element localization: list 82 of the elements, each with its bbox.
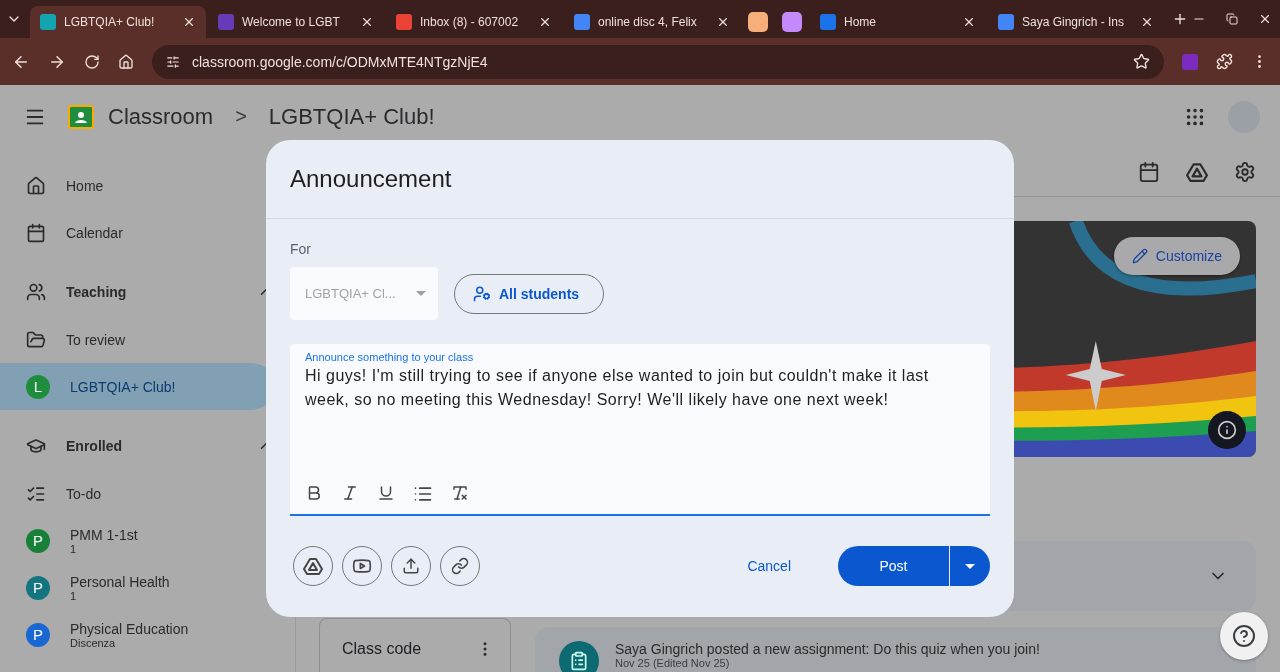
class-subtitle: Discenza (70, 636, 116, 649)
new-tab-button[interactable] (1172, 11, 1188, 27)
calendar-icon[interactable] (1138, 161, 1160, 183)
triangle-icon (303, 557, 323, 575)
cancel-button[interactable]: Cancel (733, 548, 805, 584)
browser-tab[interactable]: online disc 4, Felix (564, 6, 740, 38)
sidebar-item[interactable]: Home (0, 162, 275, 209)
graduation-cap-icon (26, 436, 46, 456)
breadcrumb-separator: > (235, 105, 247, 128)
plus-icon (1172, 11, 1188, 27)
customize-button[interactable]: Customize (1113, 237, 1240, 275)
class-avatar: P (26, 575, 50, 600)
for-label: For (290, 241, 312, 257)
browser-tab[interactable]: Inbox (8) - 607002 (386, 6, 562, 38)
dialog-title: Announcement (290, 165, 452, 193)
pencil-icon (1131, 248, 1148, 264)
underline-icon[interactable] (377, 484, 395, 502)
reload-icon[interactable] (84, 53, 100, 70)
classroom-logo-icon (68, 104, 94, 129)
close-icon[interactable] (716, 15, 730, 29)
restore-icon (1226, 13, 1238, 25)
info-icon (1217, 420, 1237, 440)
close-icon[interactable] (1140, 15, 1154, 29)
class-name: Personal Health (70, 573, 170, 590)
sidebar-item[interactable]: P Physical Education Discenza (0, 611, 275, 658)
close-icon[interactable] (962, 15, 976, 29)
site-settings-icon[interactable] (166, 54, 180, 69)
browser-tab[interactable]: Home (810, 6, 986, 38)
help-button[interactable] (1220, 612, 1268, 660)
sidebar-section[interactable]: Enrolled (0, 422, 275, 470)
close-icon[interactable] (182, 15, 196, 29)
restore-button[interactable] (1226, 13, 1238, 25)
clear-formatting-icon[interactable] (451, 484, 469, 502)
sidebar-item[interactable]: P PMM 1-1st 1 (0, 517, 275, 564)
sidebar-item[interactable]: P Personal Health 1 (0, 564, 275, 611)
play-icon (352, 556, 372, 576)
italic-icon[interactable] (341, 484, 359, 502)
sidebar-item[interactable]: To review (0, 316, 275, 363)
sidebar-item[interactable]: To-do (0, 470, 275, 517)
app-name[interactable]: Classroom (108, 103, 214, 130)
course-title[interactable]: LGBTQIA+ Club! (268, 103, 1162, 130)
close-button[interactable] (1258, 12, 1272, 26)
post-card[interactable]: Saya Gingrich posted a new assignment: Do this quiz when you join! Nov 25 (Edited Nov 25) (535, 627, 1256, 672)
dropdown-arrow-icon (416, 291, 426, 296)
class-name: Physical Education (70, 620, 189, 637)
class-name: PMM 1-1st (70, 526, 138, 543)
people-icon (26, 282, 46, 302)
close-icon (1258, 12, 1272, 26)
class-subtitle: 1 (70, 542, 78, 555)
sidebar-section[interactable]: Teaching (0, 268, 275, 316)
post-options-button[interactable] (949, 546, 990, 586)
sidebar-item[interactable]: Calendar (0, 209, 275, 256)
link-icon (451, 557, 469, 575)
home-icon (26, 175, 46, 196)
class-subtitle: 1 (70, 589, 78, 602)
announcement-field[interactable]: Announce something to your class Hi guys! I'm still trying to see if anyone else wanted to join but couldn't make it last week, so no meeting this Wednesday! Sorry! We'll likely have one next week! (290, 344, 990, 516)
folder-icon (26, 329, 46, 350)
triangle-icon[interactable] (1186, 162, 1208, 182)
person-gear-icon (473, 284, 491, 303)
close-icon[interactable] (538, 15, 552, 29)
address-bar[interactable]: classroom.google.com/c/ODMxMTE4NTgzNjE4 (152, 44, 1164, 79)
browser-tab[interactable]: Welcome to LGBT (208, 6, 384, 38)
post-title: Saya Gingrich posted a new assignment: Do this quiz when you join! (615, 641, 1041, 657)
settings-icon[interactable] (1234, 161, 1256, 183)
help-icon (1232, 624, 1256, 648)
home-icon[interactable] (118, 53, 134, 70)
clipboard-icon (569, 651, 589, 671)
browser-tab[interactable]: Saya Gingrich - Ins (988, 6, 1164, 38)
bulleted-list-icon[interactable] (413, 484, 433, 504)
bookmark-star-icon[interactable] (1133, 53, 1150, 70)
class-avatar: P (26, 528, 50, 553)
class-avatar: L (26, 374, 50, 399)
post-date: Nov 25 (Edited Nov 25) (615, 657, 731, 669)
class-code-card: Class code (319, 618, 511, 672)
upload-icon (402, 557, 420, 575)
caret-icon (965, 563, 975, 569)
calendar-icon (26, 222, 46, 243)
close-icon[interactable] (360, 15, 374, 29)
class-avatar: P (26, 622, 50, 647)
extensions-icon[interactable] (1216, 53, 1233, 70)
post-button[interactable]: Post (838, 546, 949, 586)
browser-tab[interactable]: LGBTQIA+ Club! (30, 6, 206, 38)
